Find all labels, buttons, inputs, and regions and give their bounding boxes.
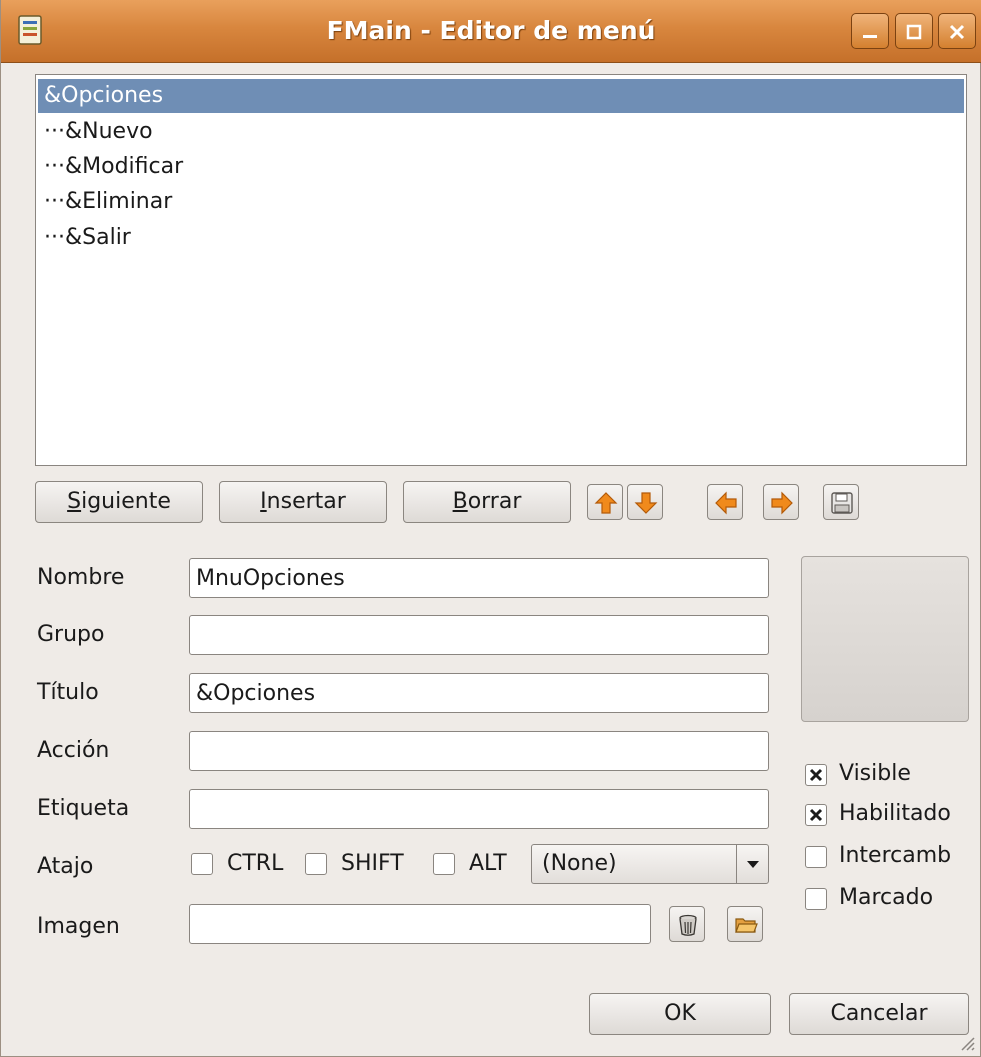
check-mark-icon xyxy=(809,808,823,822)
visible-label: Visible xyxy=(839,761,911,786)
action-field[interactable] xyxy=(189,731,769,771)
tag-field[interactable] xyxy=(189,789,769,829)
arrow-right-icon xyxy=(771,491,793,515)
trash-icon xyxy=(679,914,697,936)
toggle-label: Intercamb xyxy=(839,843,952,868)
maximize-button[interactable] xyxy=(895,13,933,49)
arrow-left-icon xyxy=(715,491,737,515)
minimize-button[interactable] xyxy=(851,13,889,49)
group-field[interactable] xyxy=(189,615,769,655)
arrow-down-icon xyxy=(634,492,658,514)
key-select-value: (None) xyxy=(542,851,617,876)
next-label: iguiente xyxy=(81,489,171,514)
menu-editor-window: FMain - Editor de menú &Opciones ···&Nue… xyxy=(0,0,981,1057)
ctrl-label: CTRL xyxy=(227,851,284,876)
enabled-checkbox[interactable] xyxy=(805,804,827,826)
menu-tree[interactable]: &Opciones ···&Nuevo ···&Modificar ···&El… xyxy=(35,74,967,466)
insert-label: nsertar xyxy=(266,489,346,514)
ctrl-checkbox[interactable] xyxy=(191,853,213,875)
group-label: Grupo xyxy=(37,622,105,647)
image-field[interactable] xyxy=(189,904,651,944)
name-label: Nombre xyxy=(37,565,125,590)
ok-button[interactable]: OK xyxy=(589,993,771,1035)
close-button[interactable] xyxy=(938,13,976,49)
tree-item-eliminar[interactable]: ···&Eliminar xyxy=(38,185,964,219)
tree-item-opciones[interactable]: &Opciones xyxy=(38,79,964,113)
visible-checkbox[interactable] xyxy=(805,764,827,786)
move-right-button[interactable] xyxy=(763,484,799,520)
enabled-label: Habilitado xyxy=(839,801,951,826)
folder-icon xyxy=(735,918,758,933)
title-field[interactable] xyxy=(189,673,769,713)
tree-item-nuevo[interactable]: ···&Nuevo xyxy=(38,115,964,149)
cancel-button[interactable]: Cancelar xyxy=(789,993,969,1035)
tree-item-modificar[interactable]: ···&Modificar xyxy=(38,150,964,184)
move-up-button[interactable] xyxy=(587,484,623,520)
open-image-button[interactable] xyxy=(727,906,763,942)
delete-mnemonic: B xyxy=(452,489,468,514)
next-mnemonic: S xyxy=(67,489,82,514)
action-label: Acción xyxy=(37,738,110,763)
alt-checkbox[interactable] xyxy=(433,853,455,875)
name-field[interactable] xyxy=(189,558,769,598)
tag-label: Etiqueta xyxy=(37,796,130,821)
toggle-checkbox[interactable] xyxy=(805,846,827,868)
checked-checkbox[interactable] xyxy=(805,888,827,910)
title-label: Título xyxy=(37,680,99,705)
move-left-button[interactable] xyxy=(707,484,743,520)
alt-label: ALT xyxy=(469,851,507,876)
title-bar[interactable]: FMain - Editor de menú xyxy=(1,0,981,63)
save-button[interactable] xyxy=(823,484,859,520)
move-down-button[interactable] xyxy=(627,484,663,520)
dropdown-arrow-icon[interactable] xyxy=(736,845,768,883)
shift-label: SHIFT xyxy=(341,851,404,876)
delete-button[interactable]: Borrar xyxy=(403,481,571,523)
image-label: Imagen xyxy=(37,914,120,939)
clear-image-button[interactable] xyxy=(669,906,705,942)
arrow-up-icon xyxy=(594,492,618,514)
insert-button[interactable]: Insertar xyxy=(219,481,387,523)
shortcut-label: Atajo xyxy=(37,854,94,879)
shift-checkbox[interactable] xyxy=(305,853,327,875)
tree-item-salir[interactable]: ···&Salir xyxy=(38,221,964,255)
key-select[interactable]: (None) xyxy=(531,844,769,884)
window-title: FMain - Editor de menú xyxy=(326,16,656,45)
check-mark-icon xyxy=(809,768,823,782)
resize-grip-icon[interactable] xyxy=(956,1032,976,1052)
image-preview xyxy=(801,556,969,722)
next-button[interactable]: Siguiente xyxy=(35,481,203,523)
checked-label: Marcado xyxy=(839,885,934,910)
delete-label: orrar xyxy=(467,489,522,514)
save-icon xyxy=(831,492,853,514)
